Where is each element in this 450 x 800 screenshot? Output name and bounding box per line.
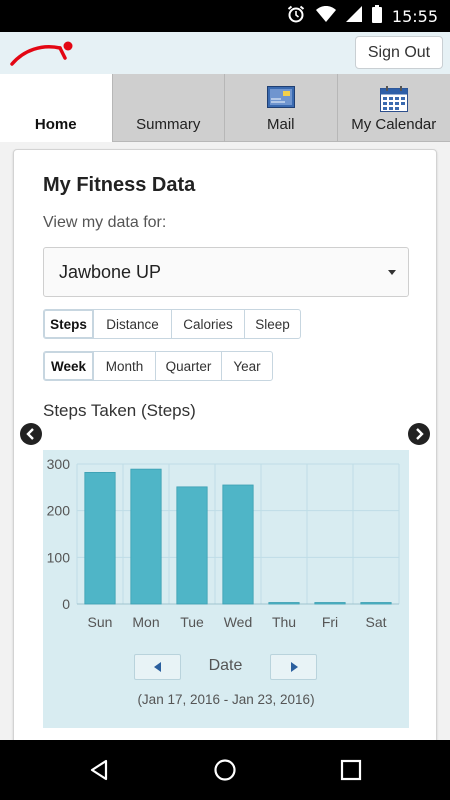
metric-tab-sleep[interactable]: Sleep [244, 309, 301, 339]
tab-home[interactable]: Home [0, 74, 113, 142]
metric-tab-distance[interactable]: Distance [93, 309, 172, 339]
system-nav-bar [0, 740, 450, 800]
tab-my-calendar[interactable]: My Calendar [338, 74, 450, 142]
y-tick-label: 0 [62, 596, 70, 612]
date-range: (Jan 17, 2016 - Jan 23, 2016) [137, 692, 315, 707]
period-tab-quarter[interactable]: Quarter [155, 351, 222, 381]
main-tabs: Home Summary Mail My Calendar [0, 74, 450, 142]
battery-icon [371, 4, 382, 28]
period-tabs: Week Month Quarter Year [43, 351, 273, 381]
carousel-prev-button[interactable] [20, 423, 42, 445]
x-tick-label: Thu [272, 614, 296, 630]
arrow-right-icon [290, 662, 298, 672]
x-tick-label: Fri [322, 614, 338, 630]
x-tick-label: Wed [224, 614, 253, 630]
chart-bar [176, 486, 208, 605]
carousel-next-button[interactable] [408, 423, 430, 445]
chevron-down-icon [388, 270, 396, 275]
x-tick-label: Mon [132, 614, 159, 630]
period-tab-year[interactable]: Year [221, 351, 273, 381]
status-time: 15:55 [391, 6, 438, 26]
x-tick-label: Sun [88, 614, 113, 630]
cell-signal-icon [345, 5, 362, 27]
metric-tab-steps[interactable]: Steps [43, 309, 94, 339]
x-tick-label: Sat [365, 614, 386, 630]
device-select[interactable]: Jawbone UP [43, 247, 409, 297]
tab-label: Mail [266, 116, 295, 133]
y-tick-label: 100 [47, 549, 71, 565]
tab-mail[interactable]: Mail [225, 74, 338, 142]
chart-bar [130, 468, 162, 605]
recents-icon[interactable] [339, 758, 363, 787]
home-icon[interactable] [213, 758, 237, 787]
chart-bar [360, 602, 392, 605]
x-tick-label: Tue [180, 614, 204, 630]
y-tick-label: 300 [47, 456, 71, 472]
tab-summary[interactable]: Summary [113, 74, 225, 142]
view-data-label: View my data for: [43, 214, 167, 231]
steps-chart: 0 100 200 300 Sun Mon Tue Wed Thu Fri Sat Date (Ja… [43, 450, 409, 728]
chart-bar [222, 484, 254, 605]
chevron-right-icon [416, 428, 424, 440]
calendar-icon [379, 86, 408, 116]
chart-bar [268, 602, 300, 605]
metric-tab-calories[interactable]: Calories [171, 309, 245, 339]
chart-plot: 0 100 200 300 Sun Mon Tue Wed Thu Fri Sat [47, 456, 400, 630]
y-tick-label: 200 [47, 503, 71, 519]
sign-out-button[interactable]: Sign Out [355, 36, 443, 69]
status-icons: 15:55 [286, 0, 438, 32]
mail-icon [266, 86, 295, 112]
date-nav: Date [134, 654, 317, 680]
alarm-icon [286, 4, 306, 29]
wifi-icon [315, 5, 336, 28]
tab-label: My Calendar [351, 116, 437, 133]
device-select-value: Jawbone UP [59, 261, 162, 282]
chart-bar [84, 471, 116, 605]
back-icon[interactable] [87, 758, 111, 787]
tab-label: Summary [136, 116, 201, 133]
period-tab-month[interactable]: Month [93, 351, 156, 381]
app-header: Sign Out [0, 32, 450, 74]
brand-logo[interactable] [10, 40, 76, 66]
period-tab-week[interactable]: Week [43, 351, 94, 381]
metric-tabs: Steps Distance Calories Sleep [43, 309, 301, 339]
status-bar: 15:55 [0, 0, 450, 32]
chevron-left-icon [26, 428, 34, 440]
tab-label: Home [34, 116, 77, 133]
chart-bar [314, 602, 346, 605]
fitness-card: My Fitness Data View my data for: Jawbon… [13, 149, 437, 769]
chart-title: Steps Taken (Steps) [43, 401, 196, 420]
card-title: My Fitness Data [43, 174, 196, 196]
next-period-button[interactable] [270, 654, 317, 680]
